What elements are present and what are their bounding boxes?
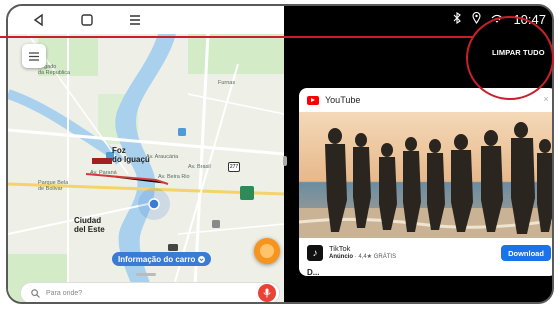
chevron-down-icon (198, 255, 206, 263)
ad-meta: Anúncio · 4,4★ GRÁTIS (329, 254, 397, 260)
recents-icon[interactable] (126, 11, 144, 29)
ad-row[interactable]: ♪ TikTok Anúncio · 4,4★ GRÁTIS Download (299, 240, 552, 266)
hamburger-icon (29, 51, 39, 61)
map-label: Parque Bela de Bolivar (38, 180, 69, 192)
annotation-line (0, 36, 474, 38)
menu-button[interactable] (22, 44, 46, 68)
close-icon[interactable]: × (541, 94, 551, 104)
route-shield: 277 (228, 162, 240, 172)
recent-app-card-youtube[interactable]: YouTube × ♪ TikTok Anúncio · 4,4★ GRÁTIS… (299, 88, 554, 276)
orange-action-button[interactable] (254, 238, 280, 264)
tiktok-icon: ♪ (307, 245, 323, 261)
back-icon[interactable] (30, 11, 48, 29)
home-icon[interactable] (78, 11, 96, 29)
map-label: Av. Beira Rio (158, 174, 190, 180)
bluetooth-icon (452, 11, 462, 27)
video-thumbnail[interactable] (299, 112, 554, 238)
search-icon (31, 288, 40, 298)
map-label: Av. Brasil (188, 164, 211, 170)
car-info-label: Informação do carro (118, 254, 196, 264)
sheet-handle[interactable] (136, 273, 156, 276)
youtube-icon (307, 95, 319, 105)
download-button[interactable]: Download (501, 245, 551, 261)
search-placeholder[interactable]: Para onde? (46, 290, 258, 297)
card-app-name: YouTube (325, 95, 361, 105)
map-label: Av. Paraná (90, 170, 117, 176)
orange-dot-icon (260, 244, 274, 258)
mic-icon (263, 288, 271, 298)
mic-button[interactable] (258, 284, 276, 302)
split-divider-handle[interactable] (283, 156, 287, 166)
car-info-button[interactable]: Informação do carro (112, 252, 212, 266)
city-label-foz: Foz do Iguaçu (112, 146, 150, 164)
ad-label: Anúncio (329, 254, 353, 260)
city-label-ciudad-del-este: Ciudad del Este (74, 216, 105, 234)
card-bottom-text: D... (307, 268, 320, 276)
annotation-circle (466, 16, 554, 100)
map-label: Furnas (218, 80, 236, 86)
ad-rating: 4,4★ (358, 254, 373, 260)
location-icon (472, 11, 482, 27)
map-app-pane[interactable]: Legado da Republica Av. Araucária Av. Par… (8, 6, 284, 302)
ad-app-name: TikTok (329, 244, 351, 253)
ad-text: TikTok Anúncio · 4,4★ GRÁTIS (329, 244, 501, 262)
search-bar[interactable]: Para onde? (20, 282, 280, 302)
map-label: Av. Araucária (146, 154, 179, 160)
navigation-bar (8, 6, 284, 34)
ad-price: GRÁTIS (373, 254, 397, 260)
